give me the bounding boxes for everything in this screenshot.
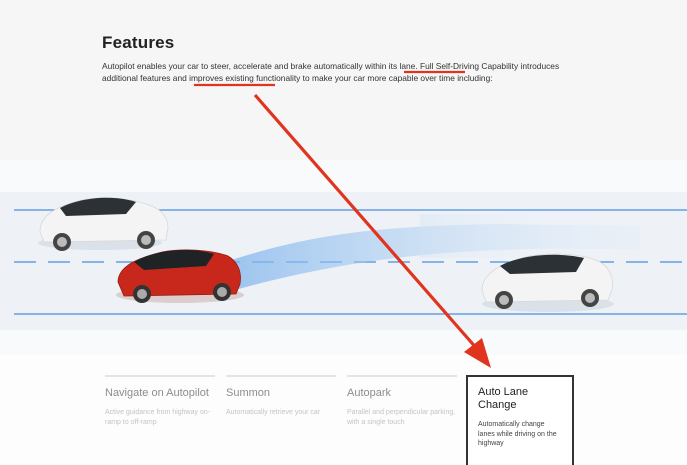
annotation-arrow xyxy=(253,93,480,352)
annotation-arrowhead xyxy=(464,338,491,368)
annotation-overlay xyxy=(194,70,491,368)
